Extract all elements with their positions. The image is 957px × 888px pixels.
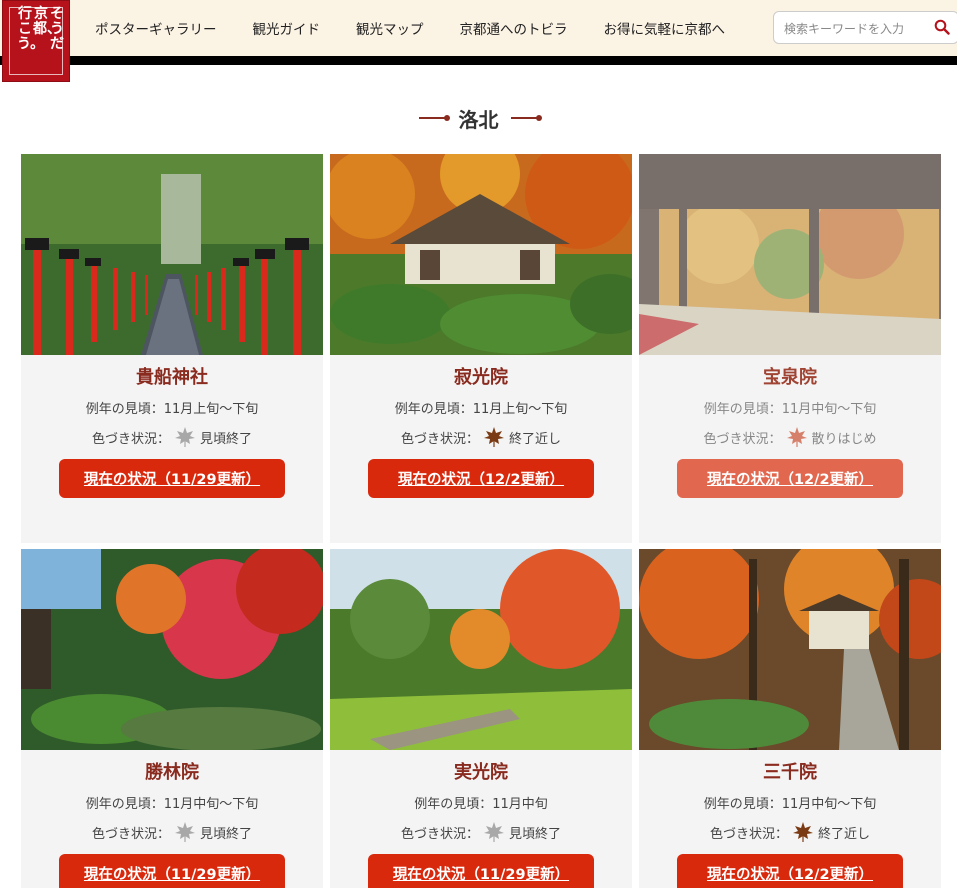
spot-photo-jakkoin[interactable] xyxy=(330,154,632,355)
spot-photo-shorinin[interactable] xyxy=(21,549,323,750)
spot-season: 例年の見頃：11月中旬〜下旬 xyxy=(703,402,877,417)
spot-card: 貴船神社 例年の見頃：11月上旬〜下旬 色づき状況： 見頃終了 現在の状況（11… xyxy=(21,154,323,543)
site-header: ポスターギャラリー 観光ガイド 観光マップ 京都通へのトビラ お得に気軽に京都へ xyxy=(0,0,957,65)
nav-sightseeing-map[interactable]: 観光マップ xyxy=(356,18,424,38)
spot-status-row: 色づき状況： 見頃終了 xyxy=(21,821,323,843)
brown-maple-icon xyxy=(793,822,813,842)
status-value: 終了近し xyxy=(818,826,871,842)
spot-status-row: 色づき状況： 見頃終了 xyxy=(330,821,632,843)
status-label: 色づき状況： xyxy=(703,431,782,447)
gray-maple-icon xyxy=(175,427,195,447)
spot-card: 実光院 例年の見頃：11月中旬 色づき状況： 見頃終了 現在の状況（11/29更… xyxy=(330,549,632,888)
spot-status-row: 色づき状況： 終了近し xyxy=(639,821,941,843)
status-value: 見頃終了 xyxy=(200,431,253,447)
spot-card: 寂光院 例年の見頃：11月上旬〜下旬 色づき状況： 終了近し 現在の状況（12/… xyxy=(330,154,632,543)
red-maple-icon xyxy=(786,427,807,447)
search-input[interactable] xyxy=(782,19,926,39)
status-label: 色づき状況： xyxy=(91,826,170,842)
spot-name: 実光院 xyxy=(454,762,508,783)
section-title: 洛北 xyxy=(458,107,499,132)
spot-photo-hosenin[interactable] xyxy=(639,154,941,355)
spot-name: 宝泉院 xyxy=(763,367,817,388)
site-logo[interactable]: そうだ 京都、 行こう。 xyxy=(2,0,70,82)
spot-status-row: 色づき状況： 終了近し xyxy=(330,426,632,448)
status-label: 色づき状況： xyxy=(709,826,788,842)
spot-name: 寂光院 xyxy=(454,367,508,388)
status-value: 終了近し xyxy=(509,431,562,447)
spot-card: 勝林院 例年の見頃：11月中旬〜下旬 色づき状況： 見頃終了 現在の状況（11/… xyxy=(21,549,323,888)
status-button[interactable]: 現在の状況（12/2更新） xyxy=(677,459,903,498)
nav-kyoto-expert[interactable]: 京都通へのトビラ xyxy=(460,18,568,38)
nav-deals[interactable]: お得に気軽に京都へ xyxy=(604,18,726,38)
spot-status-row: 色づき状況： 見頃終了 xyxy=(21,426,323,448)
global-nav: ポスターギャラリー 観光ガイド 観光マップ 京都通へのトビラ お得に気軽に京都へ xyxy=(95,18,761,38)
spot-season: 例年の見頃：11月中旬 xyxy=(414,797,548,812)
spot-season: 例年の見頃：11月中旬〜下旬 xyxy=(703,797,877,812)
status-value: 見頃終了 xyxy=(509,826,562,842)
gray-maple-icon xyxy=(175,822,195,842)
search-box xyxy=(773,11,957,44)
spot-season: 例年の見頃：11月上旬〜下旬 xyxy=(394,402,568,417)
spot-card: 三千院 例年の見頃：11月中旬〜下旬 色づき状況： 終了近し 現在の状況（12/… xyxy=(639,549,941,888)
logo-text-2: 京都、 xyxy=(33,6,61,37)
nav-sightseeing-guide[interactable]: 観光ガイド xyxy=(253,18,321,38)
section-heading: 洛北 xyxy=(0,100,957,133)
spot-season: 例年の見頃：11月上旬〜下旬 xyxy=(85,402,259,417)
spot-photo-kifune[interactable] xyxy=(21,154,323,355)
status-label: 色づき状況： xyxy=(91,431,170,447)
status-value: 散りはじめ xyxy=(811,431,877,447)
brown-maple-icon xyxy=(484,427,504,447)
status-button[interactable]: 現在の状況（11/29更新） xyxy=(59,459,285,498)
spot-name: 三千院 xyxy=(763,762,817,783)
status-value: 見頃終了 xyxy=(200,826,253,842)
heading-ornament-left xyxy=(418,115,450,121)
spot-photo-jikkoin[interactable] xyxy=(330,549,632,750)
status-button[interactable]: 現在の状況（11/29更新） xyxy=(59,854,285,888)
status-label: 色づき状況： xyxy=(400,431,479,447)
spot-name: 貴船神社 xyxy=(136,367,208,388)
spot-name: 勝林院 xyxy=(145,762,199,783)
status-button[interactable]: 現在の状況（11/29更新） xyxy=(368,854,594,888)
search-icon[interactable] xyxy=(934,19,950,35)
heading-ornament-right xyxy=(510,115,542,121)
spot-season: 例年の見頃：11月中旬〜下旬 xyxy=(85,797,259,812)
status-label: 色づき状況： xyxy=(400,826,479,842)
status-button[interactable]: 現在の状況（12/2更新） xyxy=(677,854,903,888)
status-button[interactable]: 現在の状況（12/2更新） xyxy=(368,459,594,498)
spot-status-row: 色づき状況： 散りはじめ xyxy=(639,426,941,448)
spot-card: 宝泉院 例年の見頃：11月中旬〜下旬 色づき状況： 散りはじめ 現在の状況（12… xyxy=(639,154,941,543)
logo-text-3: 行こう。 xyxy=(17,6,45,52)
nav-poster-gallery[interactable]: ポスターギャラリー xyxy=(95,18,217,38)
spot-photo-sanzenin[interactable] xyxy=(639,549,941,750)
gray-maple-icon xyxy=(484,822,504,842)
